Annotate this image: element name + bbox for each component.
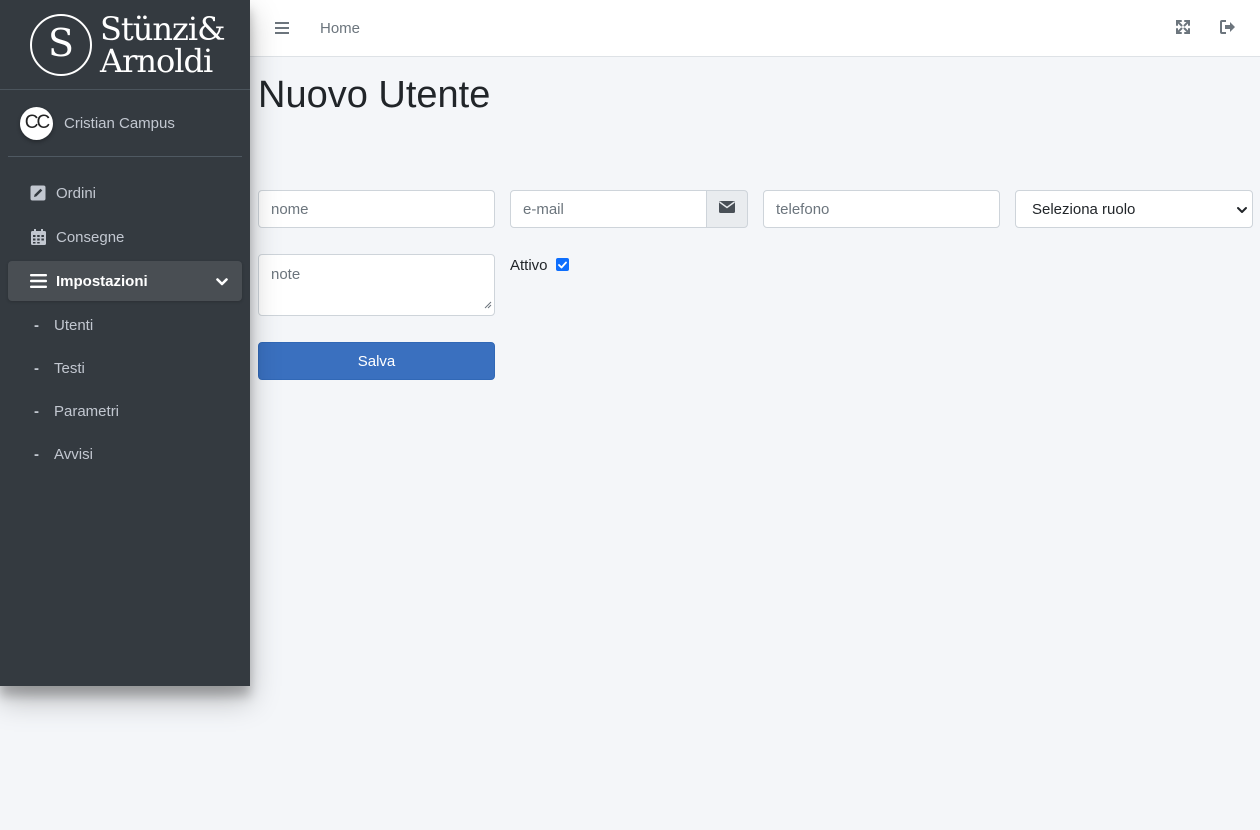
fullscreen-icon[interactable] bbox=[1176, 20, 1190, 39]
name-input-placeholder: nome bbox=[271, 200, 309, 218]
sub-dash: - bbox=[34, 359, 39, 377]
name-input[interactable]: nome bbox=[258, 190, 495, 228]
user-panel[interactable]: CC Cristian Campus bbox=[8, 90, 242, 157]
user-name[interactable]: Cristian Campus bbox=[64, 115, 175, 132]
page-title: Nuovo Utente bbox=[258, 74, 491, 116]
resize-handle-icon[interactable] bbox=[484, 296, 492, 313]
sidebar-subitem-testi[interactable]: - Testi bbox=[8, 348, 242, 388]
brand-mark-icon: S bbox=[30, 13, 92, 76]
sub-dash: - bbox=[34, 316, 39, 334]
sidebar-item-ordini[interactable]: Ordini bbox=[8, 173, 242, 213]
active-label: Attivo bbox=[510, 257, 548, 274]
sidebar-subitem-parametri[interactable]: - Parametri bbox=[8, 391, 242, 431]
sidebar-item-impostazioni[interactable]: Impostazioni bbox=[8, 261, 242, 301]
sub-dash: - bbox=[34, 402, 39, 420]
sidebar-item-label: Impostazioni bbox=[56, 272, 148, 290]
phone-input-placeholder: telefono bbox=[776, 200, 830, 218]
sidebar-subitem-avvisi[interactable]: - Avvisi bbox=[8, 434, 242, 474]
sidebar-subitem-utenti[interactable]: - Utenti bbox=[8, 305, 242, 345]
active-checkbox[interactable] bbox=[555, 258, 569, 271]
brand-logo[interactable]: S Stünzi& Arnoldi bbox=[0, 0, 250, 90]
role-select-value: Seleziona ruolo bbox=[1032, 200, 1136, 218]
email-input-placeholder: e-mail bbox=[523, 200, 564, 218]
sub-dash: - bbox=[34, 445, 39, 463]
sidebar-item-label: Consegne bbox=[56, 228, 125, 246]
email-addon bbox=[706, 190, 748, 228]
chevron-down-icon bbox=[1236, 203, 1248, 220]
note-textarea[interactable]: note bbox=[258, 254, 495, 316]
top-right-actions bbox=[1176, 20, 1236, 39]
sidebar-nav: Ordini Consegne Impostazioni - Utenti - … bbox=[0, 157, 250, 474]
menu-toggle-icon[interactable] bbox=[274, 20, 290, 36]
sidebar-subitem-label: Utenti bbox=[54, 316, 94, 334]
email-input[interactable]: e-mail bbox=[510, 190, 707, 228]
sidebar: S Stünzi& Arnoldi CC Cristian Campus Ord… bbox=[0, 0, 250, 686]
brand-name: Stünzi& Arnoldi bbox=[100, 9, 226, 80]
bars-icon bbox=[28, 272, 48, 290]
logout-icon[interactable] bbox=[1220, 20, 1236, 39]
sidebar-subitem-label: Parametri bbox=[54, 402, 120, 420]
brand-line-1: Stünzi& bbox=[100, 9, 226, 48]
edit-icon bbox=[28, 184, 48, 202]
role-select[interactable]: Seleziona ruolo bbox=[1015, 190, 1253, 228]
note-placeholder: note bbox=[271, 266, 301, 283]
top-navbar: Home bbox=[250, 0, 1260, 57]
sidebar-subitem-label: Avvisi bbox=[54, 445, 93, 463]
phone-input[interactable]: telefono bbox=[763, 190, 1000, 228]
active-checkbox-group: Attivo bbox=[510, 257, 569, 274]
home-link[interactable]: Home bbox=[320, 20, 360, 37]
sidebar-item-consegne[interactable]: Consegne bbox=[8, 217, 242, 257]
brand-line-2: Arnoldi bbox=[100, 41, 213, 80]
save-button[interactable]: Salva bbox=[258, 342, 495, 380]
chevron-down-icon[interactable] bbox=[216, 274, 228, 291]
envelope-icon bbox=[719, 200, 735, 218]
sidebar-subitem-label: Testi bbox=[54, 359, 85, 377]
sidebar-item-label: Ordini bbox=[56, 184, 97, 202]
avatar: CC bbox=[20, 106, 53, 140]
calendar-icon bbox=[28, 228, 48, 246]
